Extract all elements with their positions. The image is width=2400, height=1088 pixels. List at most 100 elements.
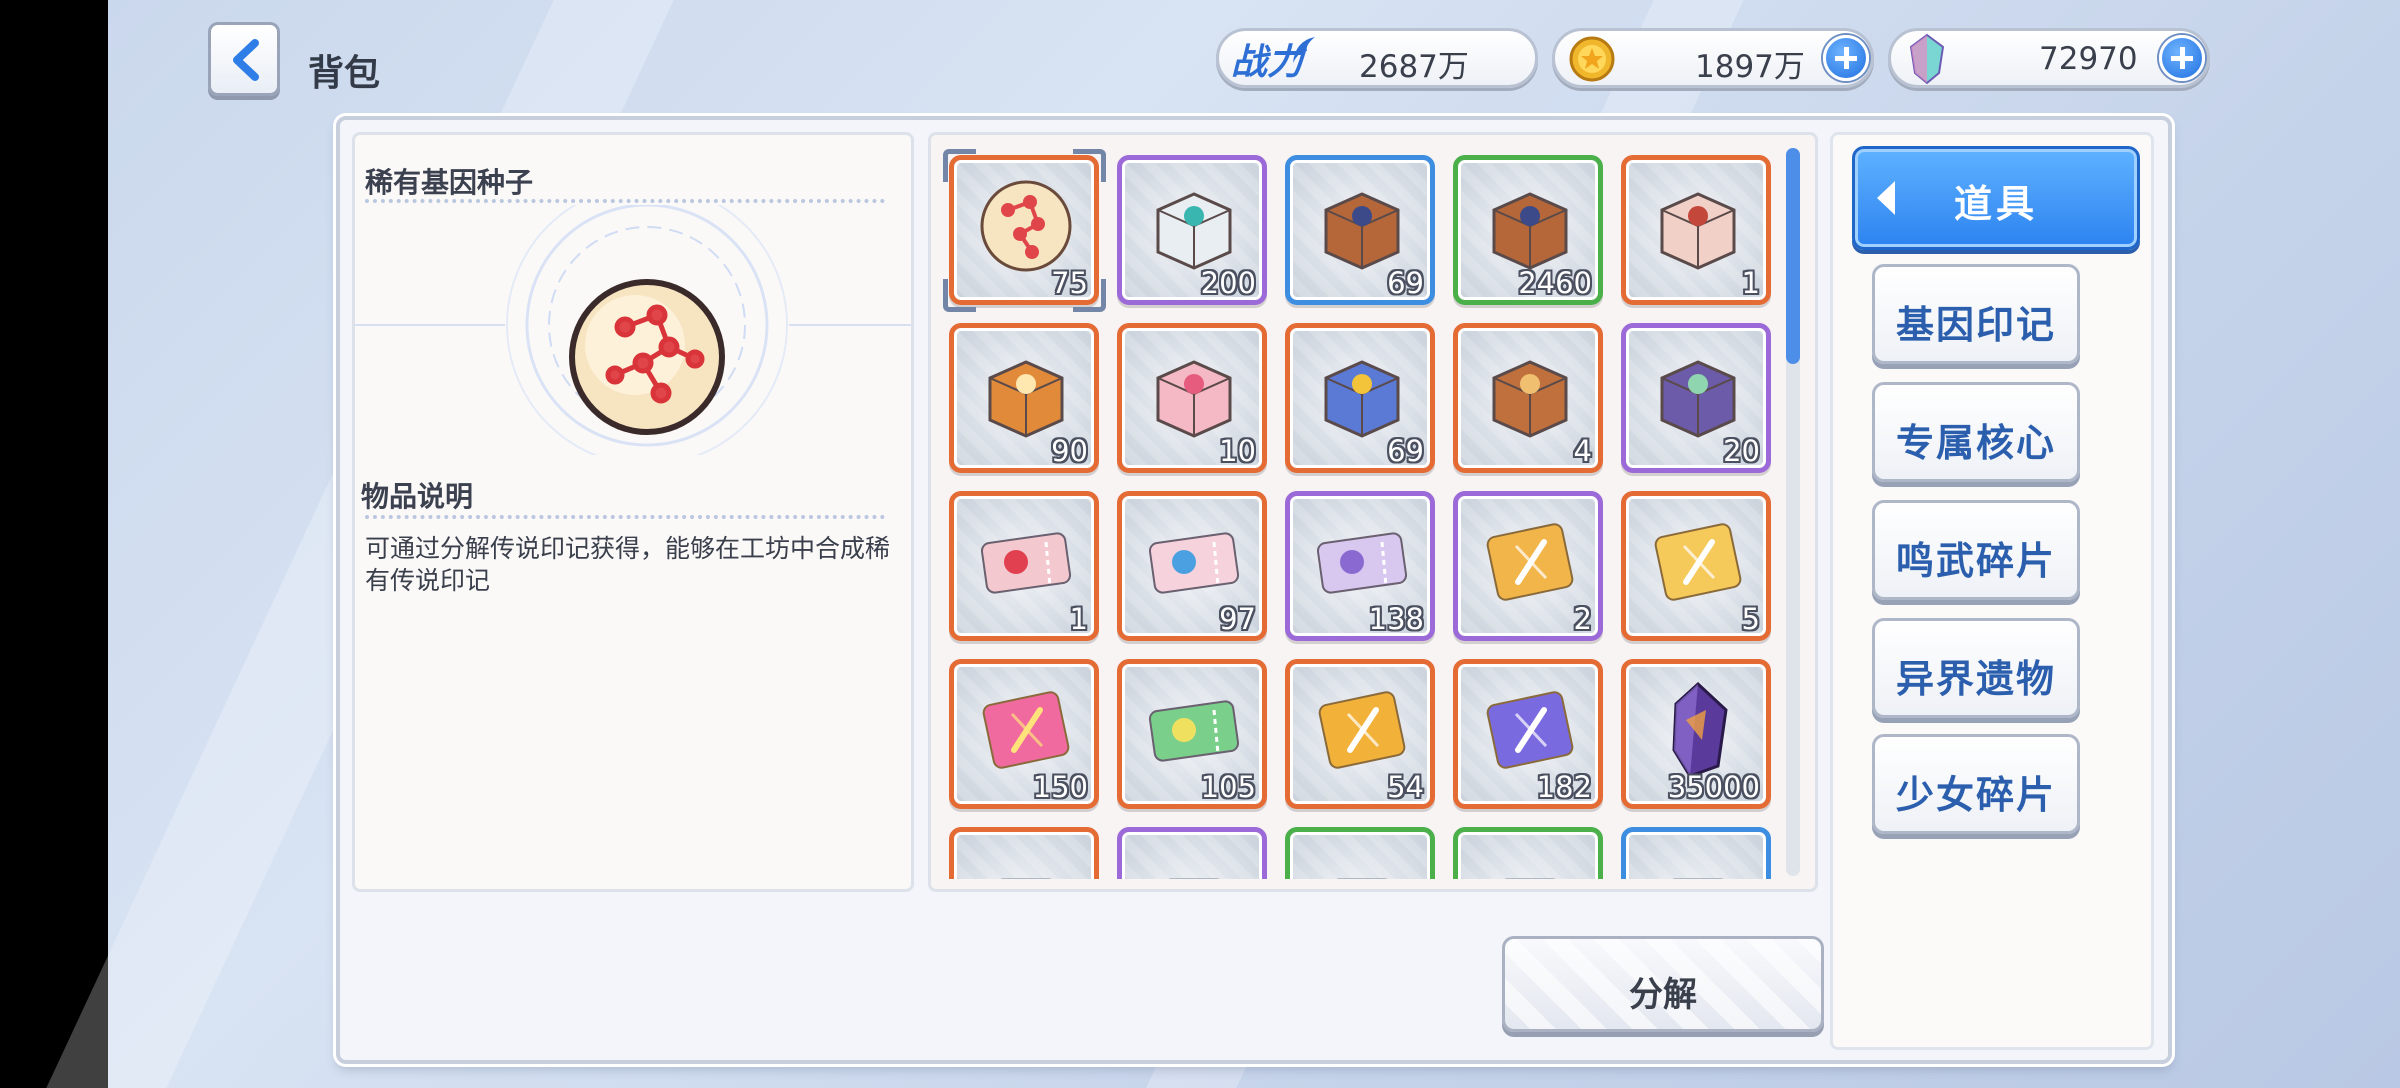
- item-slot[interactable]: 1: [1621, 155, 1771, 305]
- back-button[interactable]: [208, 22, 280, 96]
- description-heading: 物品说明: [361, 480, 474, 513]
- tab-girl-fragment[interactable]: 少女碎片: [1872, 734, 2080, 834]
- item-count: 4: [1573, 434, 1592, 468]
- item-slot[interactable]: 1: [949, 491, 1099, 641]
- add-gem-button[interactable]: [2159, 35, 2205, 81]
- star-chest-icon: [1492, 360, 1568, 438]
- gold-sword-card-icon: [1318, 691, 1406, 769]
- power-display: 战力 2687万: [1216, 28, 1538, 88]
- item-slot[interactable]: [1117, 827, 1267, 879]
- tab-relic[interactable]: 异界遗物: [1872, 618, 2080, 718]
- purple-sword-card-icon: [1486, 691, 1574, 769]
- chevron-left-icon: [233, 39, 259, 81]
- rainbow-dna-card-icon: [982, 691, 1070, 769]
- tab-label: 道具: [1953, 182, 2038, 226]
- item-slot[interactable]: 97: [1117, 491, 1267, 641]
- item-icon: [1000, 878, 1052, 879]
- item-count: 20: [1723, 434, 1760, 468]
- star-gift-box-icon: [1324, 360, 1400, 438]
- item-name: 稀有基因种子: [365, 166, 534, 199]
- item-grid-panel: 75 200 69 2460 1 90 10 69 4 20 1 97 138 2 5 150 105 54 182…: [928, 132, 1818, 892]
- item-slot[interactable]: [1621, 827, 1771, 879]
- item-count: 200: [1200, 266, 1256, 300]
- tab-weapon-fragment[interactable]: 鸣武碎片: [1872, 500, 2080, 600]
- item-count: 1: [1741, 266, 1760, 300]
- item-icon: [1672, 878, 1724, 879]
- gem-value: 72970: [2039, 41, 2138, 77]
- item-count: 105: [1200, 770, 1256, 804]
- item-count: 182: [1536, 770, 1592, 804]
- red-ticket-icon: [980, 532, 1072, 594]
- item-slot[interactable]: 2: [1453, 491, 1603, 641]
- power-value: 2687万: [1359, 49, 1469, 85]
- item-slot[interactable]: [1453, 827, 1603, 879]
- gem-display: 72970: [1888, 28, 2210, 88]
- grid-scrollbar-thumb[interactable]: [1786, 148, 1800, 364]
- tab-label: 鸣武碎片: [1895, 539, 2056, 583]
- item-slot[interactable]: 4: [1453, 323, 1603, 473]
- wing-icon: [1293, 37, 1315, 63]
- divider: [365, 199, 885, 203]
- silhouette-box-icon: [988, 360, 1064, 438]
- item-count: 10: [1219, 434, 1256, 468]
- item-description: 可通过分解传说印记获得，能够在工坊中合成稀有传说印记: [365, 534, 891, 595]
- crystal-gem-icon: [1909, 33, 1945, 85]
- item-slot[interactable]: 69: [1285, 155, 1435, 305]
- smile-ticket-icon: [1316, 532, 1408, 594]
- item-slot[interactable]: 35000: [1621, 659, 1771, 809]
- item-slot[interactable]: 182: [1453, 659, 1603, 809]
- item-slot[interactable]: [1285, 827, 1435, 879]
- item-slot[interactable]: [949, 827, 1099, 879]
- item-count: 35000: [1667, 770, 1760, 804]
- item-slot[interactable]: 200: [1117, 155, 1267, 305]
- item-slot[interactable]: 2460: [1453, 155, 1603, 305]
- tab-label: 专属核心: [1895, 421, 2056, 465]
- item-grid: 75 200 69 2460 1 90 10 69 4 20 1 97 138 2 5 150 105 54 182…: [931, 151, 1801, 879]
- gift-bag-icon: [1156, 360, 1232, 438]
- item-icon: [1504, 878, 1556, 879]
- tab-label: 异界遗物: [1895, 657, 2056, 701]
- decompose-button[interactable]: 分解: [1502, 936, 1824, 1032]
- item-slot[interactable]: 54: [1285, 659, 1435, 809]
- item-slot[interactable]: 90: [949, 323, 1099, 473]
- item-slot[interactable]: 150: [949, 659, 1099, 809]
- item-count: 2460: [1518, 266, 1592, 300]
- decompose-label: 分解: [1629, 975, 1697, 1015]
- item-slot[interactable]: 138: [1285, 491, 1435, 641]
- tab-exclusive-core[interactable]: 专属核心: [1872, 382, 2080, 482]
- gold-card-icon: [1654, 523, 1742, 601]
- item-count: 54: [1387, 770, 1424, 804]
- tab-items[interactable]: 道具: [1852, 146, 2140, 250]
- cat-box-icon: [1660, 360, 1736, 438]
- item-count: 5: [1741, 602, 1760, 636]
- item-slot[interactable]: 10: [1117, 323, 1267, 473]
- dna-box-icon: [1660, 192, 1736, 270]
- rainbow-ticket-icon: [1148, 700, 1240, 762]
- divider: [365, 515, 885, 519]
- item-count: 2: [1573, 602, 1592, 636]
- outfit-ticket-icon: [1148, 532, 1240, 594]
- crystal-icon: [1672, 681, 1728, 778]
- item-slot[interactable]: 5: [1621, 491, 1771, 641]
- gold-dna-card-icon: [1486, 523, 1574, 601]
- add-gold-button[interactable]: [1823, 35, 1869, 81]
- screen-edge-bar: [0, 0, 108, 1088]
- selection-corner: [1073, 279, 1106, 312]
- item-count: 150: [1032, 770, 1088, 804]
- tech-crate-icon: [1492, 192, 1568, 270]
- item-count: 69: [1387, 434, 1424, 468]
- selection-corner: [943, 279, 976, 312]
- selection-corner: [943, 149, 976, 182]
- item-icon: [1336, 878, 1388, 879]
- tab-label: 少女碎片: [1895, 773, 2056, 817]
- item-count: 138: [1368, 602, 1424, 636]
- tab-gene-mark[interactable]: 基因印记: [1872, 264, 2080, 364]
- page-title: 背包: [308, 53, 381, 94]
- item-icon: [1168, 878, 1220, 879]
- item-slot[interactable]: 20: [1621, 323, 1771, 473]
- item-slot[interactable]: 105: [1117, 659, 1267, 809]
- item-detail-panel: 稀有基因种子 物品说明 可通过分解传说印记获得，能够在工坊中合成稀有传说印记: [352, 132, 914, 892]
- item-count: 90: [1051, 434, 1088, 468]
- gold-value: 1897万: [1695, 49, 1805, 85]
- item-slot[interactable]: 69: [1285, 323, 1435, 473]
